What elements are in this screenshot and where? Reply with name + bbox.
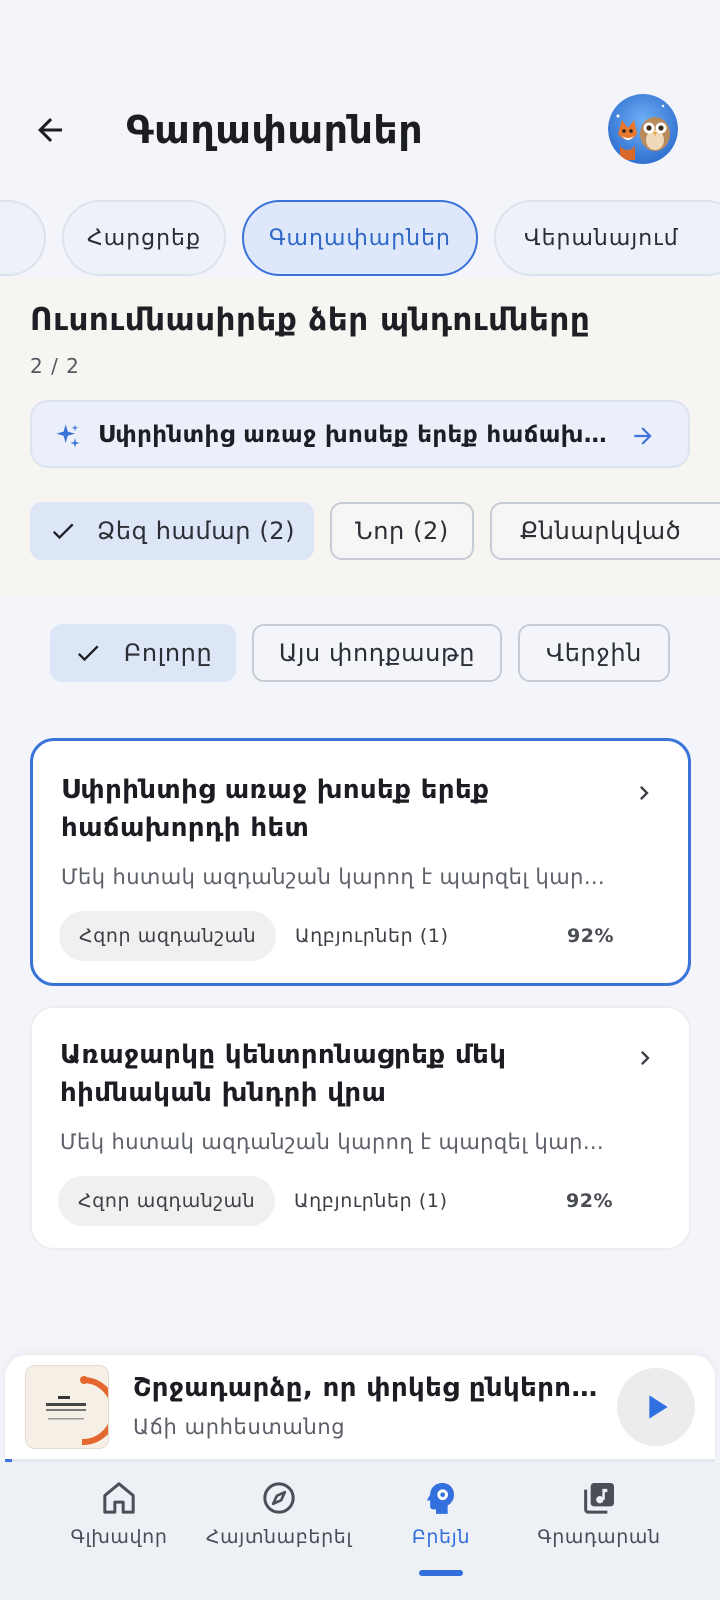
arrow-back-icon [38,118,62,142]
confidence-percent: 92% [566,1190,613,1212]
filter-label: Բոլորը [123,639,213,667]
insight-text: Սփրինտից առաջ խոսեք երեք հաճախորդի հետ [98,422,618,448]
avatar[interactable] [608,94,678,164]
item-counter: 2 / 2 [30,354,80,378]
chip-label: Նոր (2) [355,517,449,545]
episode-artwork [25,1365,109,1449]
nav-label: Հայտնաբերել [205,1526,353,1548]
tab-ask[interactable]: Հարցրեք [62,200,226,276]
mini-player[interactable]: Շրջադարձը, որ փրկեց ընկերությունը Աճի ար… [5,1355,715,1463]
study-claims-section: Ուսումնասիրեք ձեր պնդումները 2 / 2 Սփրին… [0,278,720,596]
active-nav-indicator [419,1570,463,1576]
insight-card[interactable]: Առաջարկը կենտրոնացրեք մեկ հիմնական խնդրի… [30,1006,691,1250]
chip-discussed[interactable]: Քննարկված [490,502,720,560]
tab-label: Վերանայում [524,225,679,251]
card-title: Սփրինտից առաջ խոսեք երեք հաճախորդի հետ [61,775,490,843]
back-button[interactable] [28,108,72,152]
episode-title: Շրջադարձը, որ փրկեց ընկերությունը [133,1373,598,1403]
chip-for-you[interactable]: Ձեզ համար (2) [30,502,314,560]
nav-item-library[interactable]: Գրադարան [514,1478,684,1548]
nav-item-discover[interactable]: Հայտնաբերել [194,1478,364,1548]
chip-new[interactable]: Նոր (2) [330,502,474,560]
play-icon [649,1395,668,1419]
featured-insight-bar[interactable]: Սփրինտից առաջ խոսեք երեք հաճախորդի հետ [30,400,690,468]
strength-badge: Հզոր ազդանշան [59,911,277,961]
top-app-bar: Գաղափարներ [0,90,720,170]
page-title: Գաղափարներ [126,108,424,152]
home-icon [103,1482,135,1514]
check-icon [77,645,99,662]
bottom-navigation: Գլխավոր Հայտնաբերել Բրեյն Գրադարան [0,1462,720,1600]
sources-count: Աղբյուրներ (1) [294,1190,448,1212]
chip-label: Քննարկված [520,517,682,545]
tab-review[interactable]: Վերանայում [494,200,720,276]
sparkle-icon [56,424,80,448]
chevron-right-icon [641,1051,650,1065]
nav-label: Գրադարան [537,1526,661,1548]
fox-owl-avatar-icon [608,94,678,164]
filter-label: Այս փոդքասթը [278,639,476,667]
nav-label: Գլխավոր [70,1526,168,1548]
nav-item-brain[interactable]: Բրեյն [356,1478,526,1548]
episode-artwork-image [26,1366,108,1448]
nav-item-home[interactable]: Գլխավոր [34,1478,204,1548]
card-title: Առաջարկը կենտրոնացրեք մեկ հիմնական խնդրի… [60,1040,507,1108]
card-description: Մեկ հստակ ազդանշան կարող է պարզել կարևոր… [61,865,621,889]
chip-label: Ձեզ համար (2) [96,517,296,545]
tab-label: Հարցրեք [87,225,201,251]
filter-label: Վերջին [546,639,642,667]
check-icon [52,523,74,540]
filter-recent[interactable]: Վերջին [518,624,670,682]
card-description: Մեկ հստակ ազդանշան կարող է պարզել կարևոր… [60,1130,620,1154]
tab-insights[interactable]: Գաղափարներ [242,200,478,276]
nav-label: Բրեյն [411,1526,471,1548]
brain-icon [426,1483,454,1514]
chevron-right-icon [640,786,649,800]
confidence-percent: 92% [567,925,614,947]
podcast-name: Աճի արհեստանոց [133,1415,346,1439]
compass-icon [263,1482,295,1514]
arrow-forward-icon [634,427,652,445]
play-button[interactable] [617,1368,695,1446]
filter-this-podcast[interactable]: Այս փոդքասթը [252,624,502,682]
sources-count: Աղբյուրներ (1) [295,925,449,947]
filter-all[interactable]: Բոլորը [50,624,236,682]
library-music-icon [584,1483,614,1514]
tab-label: Գաղափարներ [268,225,451,251]
section-tabs: Հարցրեք Գաղափարներ Վերանայում [0,200,720,278]
section-title: Ուսումնասիրեք ձեր պնդումները [30,302,591,338]
insight-card[interactable]: Սփրինտից առաջ խոսեք երեք հաճախորդի հետ Մ… [30,738,691,986]
strength-badge: Հզոր ազդանշան [58,1176,276,1226]
app-screen: Գաղափարներ Հարցրեք Գաղափարներ Վերանայում… [0,0,720,1600]
tab-previous[interactable] [0,200,46,276]
